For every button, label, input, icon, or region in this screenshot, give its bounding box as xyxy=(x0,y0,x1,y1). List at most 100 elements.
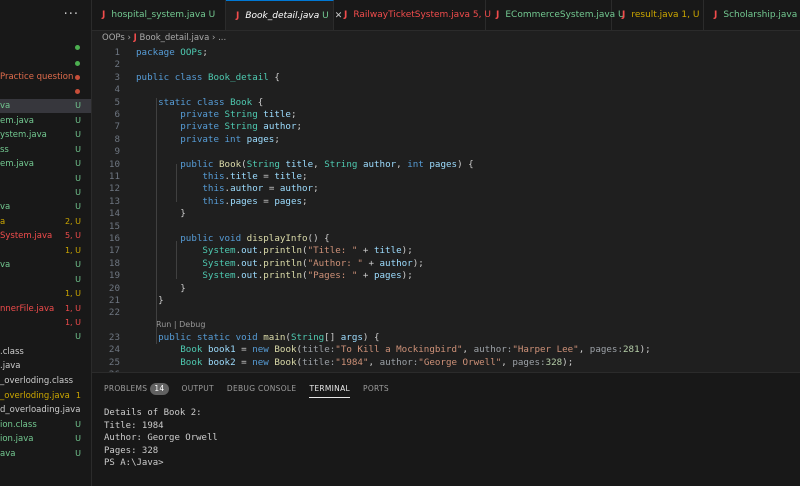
file-tree-item-label: ion.class xyxy=(0,420,37,430)
line-number: 7 xyxy=(114,121,120,133)
file-tree-item[interactable]: em.java U xyxy=(0,157,91,171)
line-number: 16 xyxy=(108,233,120,244)
file-tree-item[interactable]: .java xyxy=(0,359,91,373)
breadcrumb-file[interactable]: Book_detail.java xyxy=(139,33,209,43)
file-tree-item[interactable]: va U xyxy=(0,99,91,113)
file-tree-item[interactable]: ava U xyxy=(0,447,91,461)
panel-tab-label: OUTPUT xyxy=(181,384,214,393)
status-dot-icon xyxy=(75,45,80,50)
file-tree-item[interactable]: _overloding.java 1 xyxy=(0,389,91,403)
code-line[interactable]: public static void main(String[] args) { xyxy=(136,332,379,343)
editor-tab[interactable]: J Book_detail.java U ✕ xyxy=(226,0,342,30)
file-tree-item[interactable]: a 2, U xyxy=(0,215,91,229)
file-tree-item[interactable]: 1, U xyxy=(0,316,91,330)
file-tree-item[interactable]: _overloding.class xyxy=(0,374,91,388)
file-tree-item[interactable] xyxy=(0,84,91,98)
terminal-line: Title: 1984 xyxy=(104,420,164,431)
file-tree-item-label: va xyxy=(0,101,11,111)
status-dot-icon xyxy=(75,75,80,80)
git-status-badge: U xyxy=(75,434,81,443)
code-line[interactable]: Book book1 = new Book(title:"To Kill a M… xyxy=(136,344,650,355)
editor-tab-label: result.java xyxy=(631,10,679,20)
panel-tab-label: DEBUG CONSOLE xyxy=(226,384,297,393)
file-tree-item[interactable]: ion.java U xyxy=(0,432,91,446)
bottom-panel: PROBLEMS 14 OUTPUT DEBUG CONSOLE TERMINAL POR… xyxy=(92,372,800,486)
file-tree-item[interactable]: 1, U xyxy=(0,287,91,301)
panel-tab-ports[interactable]: PORTS xyxy=(363,381,389,397)
panel-tab-output[interactable]: OUTPUT xyxy=(182,381,214,397)
code-line[interactable]: } xyxy=(136,283,186,294)
editor-tab[interactable]: J ECommerceSystem.java U xyxy=(486,0,625,30)
line-number: 18 xyxy=(108,257,120,269)
code-editor[interactable]: 1 package OOPs; 2 3 public class Book_detail… xyxy=(92,46,800,372)
run-debug-codelens[interactable]: Run | Debug xyxy=(156,320,205,329)
terminal-line: Details of Book 2: xyxy=(104,408,202,418)
code-line[interactable]: this.author = author; xyxy=(136,183,318,194)
file-tree-item[interactable]: em.java U xyxy=(0,114,91,128)
code-line[interactable]: this.title = title; xyxy=(136,171,307,182)
file-tree-item[interactable]: U xyxy=(0,172,91,186)
editor-tab-label: Book_detail.java xyxy=(245,11,320,21)
java-file-icon: J xyxy=(714,10,718,20)
editor-tab[interactable]: Jhospital_system.java U xyxy=(92,0,226,30)
line-number: 25 xyxy=(108,356,120,368)
code-line[interactable]: System.out.println("Pages: " + pages); xyxy=(136,270,412,281)
terminal-line: Pages: 328 xyxy=(104,445,159,456)
panel-tab-terminal[interactable]: TERMINAL xyxy=(309,381,350,398)
file-tree-item[interactable]: 1, U xyxy=(0,244,91,258)
file-tree-item[interactable]: ion.class U xyxy=(0,418,91,432)
ellipsis-icon[interactable]: ··· xyxy=(64,7,79,22)
file-tree-item[interactable] xyxy=(0,56,91,70)
file-tree-item-label: ystem.java xyxy=(0,130,47,140)
file-tree-item-label: _overloding.java xyxy=(0,391,70,401)
panel-tab-label: PORTS xyxy=(363,384,389,393)
code-line[interactable]: private int pages; xyxy=(136,134,280,145)
code-line[interactable]: System.out.println("Title: " + title); xyxy=(136,245,412,256)
code-line[interactable]: private String title; xyxy=(136,109,296,120)
file-tree-item[interactable]: System.java 5, U xyxy=(0,229,91,243)
file-tree-item[interactable]: ss U xyxy=(0,143,91,157)
file-tree-item[interactable]: .class xyxy=(0,345,91,359)
code-line[interactable]: package OOPs; xyxy=(136,47,208,58)
file-tree-item[interactable]: va U xyxy=(0,200,91,214)
code-line[interactable]: Book book2 = new Book(title:"1984", auth… xyxy=(136,357,573,368)
git-status-badge: U xyxy=(75,116,81,125)
editor-tab-label: RailwayTicketSystem.java xyxy=(353,10,471,20)
file-tree-item[interactable]: U xyxy=(0,186,91,200)
line-number: 14 xyxy=(108,208,120,220)
git-status-badge: U xyxy=(75,449,81,458)
breadcrumb-folder[interactable]: OOPs xyxy=(102,33,125,43)
panel-tab-problems[interactable]: PROBLEMS 14 xyxy=(104,381,169,397)
file-tree-item[interactable] xyxy=(0,40,91,54)
file-tree-item-label: .class xyxy=(0,347,24,357)
code-line[interactable]: } xyxy=(136,295,164,306)
file-tree-item[interactable]: nnerFile.java 1, U xyxy=(0,302,91,316)
code-line[interactable]: public class Book_detail { xyxy=(136,72,280,83)
file-tree-item[interactable]: d_overloading.java xyxy=(0,403,91,417)
code-line[interactable]: } xyxy=(136,208,186,219)
code-line[interactable]: this.pages = pages; xyxy=(136,196,307,207)
code-line[interactable]: private String author; xyxy=(136,121,302,132)
editor-tab[interactable]: J RailwayTicketSystem.java 5, U xyxy=(334,0,491,30)
editor-tab[interactable]: Jresult.java 1, U xyxy=(612,0,704,30)
code-line[interactable]: public void displayInfo() { xyxy=(136,233,329,244)
file-tree-item[interactable]: Practice question xyxy=(0,70,91,84)
line-number: 9 xyxy=(114,146,120,158)
terminal-output[interactable]: Details of Book 2: Title: 1984 Author: Geo… xyxy=(104,407,218,470)
editor-tab-label: Scholarship.java xyxy=(723,10,798,20)
editor-tab[interactable]: JScholarship.java U xyxy=(704,0,800,30)
breadcrumb-tail[interactable]: ... xyxy=(218,33,226,43)
panel-tab-debug-console[interactable]: DEBUG CONSOLE xyxy=(227,381,297,397)
editor-tab-status: 1, U xyxy=(678,10,700,20)
file-tree-item[interactable]: va U xyxy=(0,258,91,272)
code-line[interactable]: public Book(String title, String author,… xyxy=(136,159,473,170)
git-status-badge: U xyxy=(75,260,81,269)
line-number: 20 xyxy=(108,282,120,294)
code-line[interactable]: System.out.println("Author: " + author); xyxy=(136,258,423,269)
line-number: 5 xyxy=(114,96,120,108)
file-tree-item[interactable]: U xyxy=(0,273,91,287)
java-file-icon: J xyxy=(344,10,348,20)
git-status-badge: 2, U xyxy=(64,217,81,226)
file-tree-item[interactable]: U xyxy=(0,330,91,344)
file-tree-item[interactable]: ystem.java U xyxy=(0,128,91,142)
